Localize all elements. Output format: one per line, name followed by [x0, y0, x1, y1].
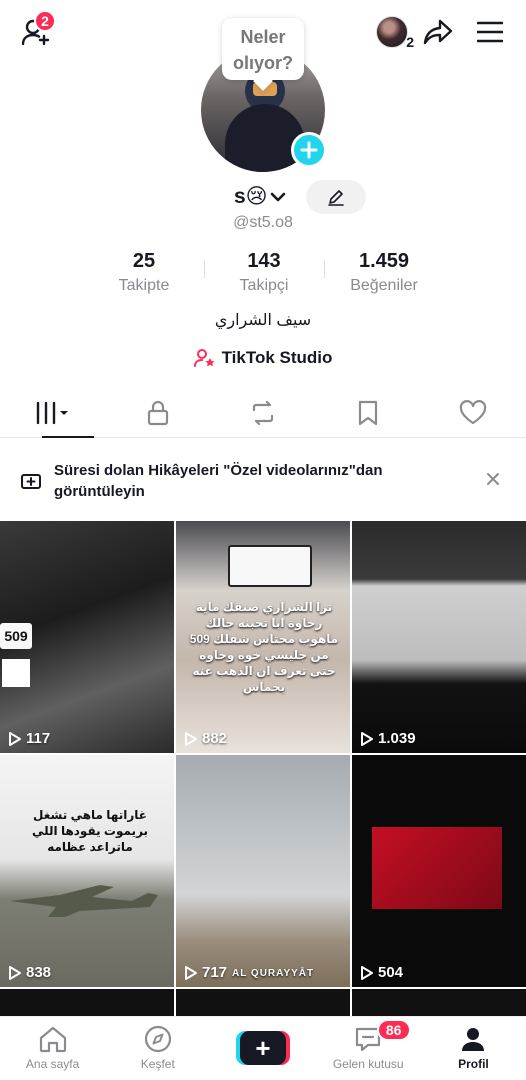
content-tabs [0, 388, 526, 438]
studio-person-star-icon [193, 349, 215, 367]
tab-private[interactable] [105, 388, 210, 437]
bio-text: سيف الشراري [214, 312, 312, 329]
status-bubble[interactable]: Neler olıyor? [222, 18, 304, 80]
stat-label: Takipçi [239, 277, 289, 294]
menu-button[interactable] [472, 14, 508, 50]
tab-videos[interactable] [0, 388, 105, 438]
profile-icon [462, 1028, 485, 1051]
video-thumbnail[interactable]: تزا الشراري صنقك ماية رخاوة ابا تحبنه جا… [176, 521, 350, 753]
edit-profile-button[interactable] [306, 180, 366, 214]
tiktok-studio-link[interactable]: TikTok Studio [0, 348, 526, 368]
video-thumbnail[interactable]: AL QURAYYĀT 717 [176, 755, 350, 987]
stat-label: Takipte [118, 277, 170, 294]
home-icon [39, 1026, 66, 1053]
heart-icon [460, 399, 487, 424]
play-icon [9, 965, 21, 980]
stat-label: Beğeniler [350, 277, 418, 294]
grid-videos-icon [36, 401, 68, 424]
hamburger-icon [477, 21, 503, 43]
play-count: 117 [8, 730, 50, 747]
nav-home-label: Ana sayfa [25, 1057, 80, 1071]
video-thumbnail[interactable]: غاراتها ماهي تشغل بريموت يقودها اللي مات… [0, 755, 174, 987]
nav-inbox[interactable]: 86 Gelen kutusu [316, 1017, 421, 1080]
play-icon [185, 731, 197, 746]
switch-account-button[interactable]: 2 [370, 14, 414, 50]
play-icon [361, 965, 373, 980]
play-count: 882 [184, 730, 227, 747]
nav-home[interactable]: Ana sayfa [0, 1017, 105, 1080]
banner-close-button[interactable] [482, 468, 504, 490]
play-count-value: 882 [202, 730, 228, 747]
username: @st5.o8 [233, 214, 293, 231]
expired-stories-banner[interactable]: Süresi dolan Hikâyeleri "Özel videoların… [0, 448, 526, 514]
create-button[interactable]: + [236, 1031, 290, 1065]
nav-profile[interactable]: Profil [421, 1017, 526, 1080]
video-thumbnail[interactable] [0, 989, 174, 1019]
tab-reposts[interactable] [210, 388, 315, 437]
nav-inbox-label: Gelen kutusu [332, 1057, 404, 1071]
video-thumbnail[interactable] [352, 989, 526, 1019]
play-count: 717 [184, 964, 227, 981]
account-count: 2 [406, 34, 414, 50]
story-add-icon [21, 474, 41, 489]
inbox-badge: 86 [376, 1019, 411, 1041]
notification-badge: 2 [34, 10, 56, 32]
stat-value: 143 [247, 250, 281, 272]
repost-icon [252, 400, 274, 425]
name-row: s😢 [0, 180, 526, 216]
plus-icon [300, 141, 318, 159]
thumb-overlay-text: تزا الشراري صنقك ماية رخاوة ابا تحبنه جا… [189, 600, 339, 694]
add-friend-button[interactable]: 2 [16, 10, 56, 52]
play-count: 504 [360, 964, 403, 981]
play-count-value: 1.039 [378, 730, 416, 747]
video-thumbnail[interactable]: 509 117 [0, 521, 174, 753]
video-grid: 509 117 تزا الشراري صنقك ماية رخاوة ابا … [0, 521, 526, 1019]
thumb-overlay-text: غاراتها ماهي تشغل بريموت يقودها اللي مات… [31, 808, 149, 854]
bookmark-icon [359, 400, 378, 425]
nav-create[interactable]: + [210, 1017, 315, 1080]
share-arrow-icon [423, 19, 453, 45]
compass-icon [144, 1025, 171, 1053]
nav-profile-label: Profil [458, 1057, 489, 1071]
play-count: 838 [8, 964, 51, 981]
plus-icon: + [240, 1031, 286, 1065]
close-icon [487, 473, 499, 485]
nav-discover-label: Keşfet [140, 1057, 175, 1071]
play-count: 1.039 [360, 730, 416, 747]
tab-favorites[interactable] [316, 388, 421, 437]
stat-value: 1.459 [358, 250, 410, 272]
stat-likes[interactable]: 1.459 Beğeniler [324, 250, 444, 300]
tab-liked[interactable] [421, 388, 526, 437]
share-button[interactable] [420, 14, 456, 50]
stat-value: 25 [132, 250, 156, 272]
chevron-down-icon [270, 192, 285, 201]
play-icon [361, 731, 373, 746]
bottom-navigation: Ana sayfa Keşfet + 86 Gelen kutusu Profi… [0, 1016, 526, 1080]
video-thumbnail[interactable]: 504 [352, 755, 526, 987]
profile-stats: 25 Takipte 143 Takipçi 1.459 Beğeniler [84, 250, 444, 300]
play-icon [185, 965, 197, 980]
video-thumbnail[interactable] [176, 989, 350, 1019]
stat-followers[interactable]: 143 Takipçi [204, 250, 324, 300]
display-name-text: s😢 [234, 185, 268, 208]
account-avatar [376, 16, 408, 48]
play-count-value: 838 [26, 964, 52, 981]
video-thumbnail[interactable]: 1.039 [352, 521, 526, 753]
play-count-value: 117 [26, 730, 51, 747]
nav-discover[interactable]: Keşfet [105, 1017, 210, 1080]
display-name[interactable]: s😢 [234, 184, 286, 209]
studio-label: TikTok Studio [221, 348, 333, 367]
banner-text: Süresi dolan Hikâyeleri "Özel videoların… [54, 462, 383, 500]
play-count-value: 504 [378, 964, 404, 981]
pencil-icon [328, 190, 344, 206]
thumb-overlay-text: 509 [0, 623, 32, 649]
thumb-overlay-text: AL QURAYYĀT [232, 968, 315, 979]
play-count-value: 717 [202, 964, 228, 981]
lock-icon [147, 400, 168, 425]
add-story-button[interactable] [291, 132, 327, 168]
jet-icon [10, 885, 158, 919]
play-icon [9, 731, 21, 746]
stat-following[interactable]: 25 Takipte [84, 250, 204, 300]
